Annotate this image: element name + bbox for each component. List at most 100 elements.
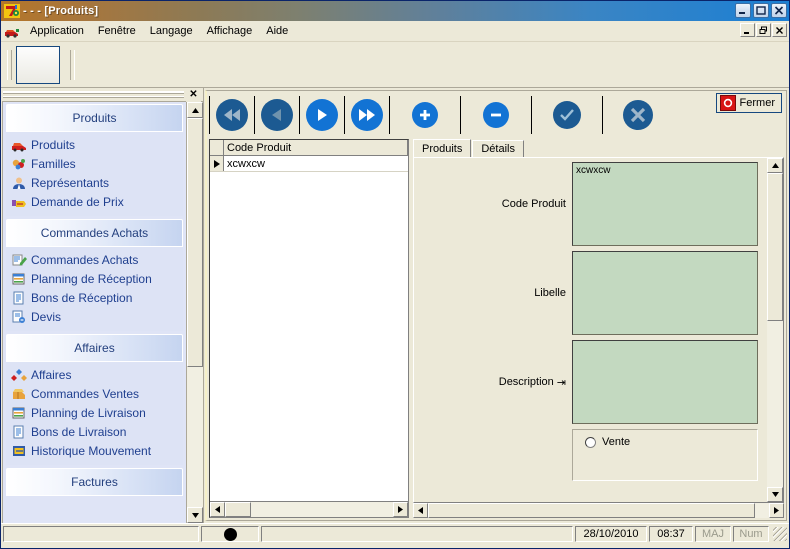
title-bar: - - - [Produits] <box>1 1 789 21</box>
tab-produits[interactable]: Produits <box>413 139 472 157</box>
toolbar-separator <box>299 96 300 134</box>
sidebar-scroll-up-button[interactable] <box>187 102 203 118</box>
type-radio-group: Vente <box>572 429 758 481</box>
maximize-button[interactable] <box>753 3 769 18</box>
resize-grip[interactable] <box>773 527 787 541</box>
sidebar-item-devis[interactable]: Devis <box>6 307 183 326</box>
sidebar-item-commandes-achats[interactable]: Commandes Achats <box>6 250 183 269</box>
table-row[interactable]: xcwxcw <box>210 156 408 172</box>
label-code-produit: Code Produit <box>501 198 566 210</box>
sidebar-group-header-factures[interactable]: Factures <box>6 468 183 496</box>
sidebar-item-label: Produits <box>31 137 76 152</box>
libelle-field[interactable] <box>572 251 758 335</box>
app-icon <box>4 4 20 18</box>
sidebar-panel: Produits Produits Familles Représentants… <box>2 101 203 523</box>
grid-scroll-right-button[interactable] <box>393 502 408 517</box>
detail-horizontal-scrollbar[interactable] <box>413 503 784 518</box>
sidebar-item-label: Planning de Réception <box>31 271 152 286</box>
grid-scroll-left-button[interactable] <box>210 502 225 517</box>
sidebar-item-planning-de-livraison[interactable]: Planning de Livraison <box>6 403 183 422</box>
mdi-restore-button[interactable] <box>756 23 771 37</box>
play-forward-icon <box>306 99 338 131</box>
planning-icon <box>11 272 27 286</box>
add-record-button[interactable] <box>392 98 458 132</box>
sidebar-item-label: Devis <box>31 309 62 324</box>
menu-item-fenetre[interactable]: Fenêtre <box>91 23 143 39</box>
mdi-close-icon <box>773 24 786 36</box>
sidebar-item-planning-de-reception[interactable]: Planning de Réception <box>6 269 183 288</box>
label-description-text: Description <box>498 376 554 388</box>
status-left-pane <box>3 526 199 542</box>
code-produit-field[interactable]: xcwxcw <box>572 162 758 246</box>
previous-record-button[interactable] <box>257 98 297 132</box>
purchase-order-icon <box>11 253 27 267</box>
sidebar-group-header-produits[interactable]: Produits <box>6 104 183 132</box>
last-record-button[interactable] <box>347 98 387 132</box>
menu-item-affichage[interactable]: Affichage <box>200 23 260 39</box>
document-icon <box>11 291 27 305</box>
detail-scroll-right-button[interactable] <box>769 503 784 518</box>
detail-scroll-up-button[interactable] <box>767 158 783 173</box>
minimize-button[interactable] <box>735 3 751 18</box>
status-date: 28/10/2010 <box>575 526 647 542</box>
cancel-record-button[interactable] <box>605 98 671 132</box>
close-button[interactable] <box>771 3 787 18</box>
grid-scroll-thumb[interactable] <box>225 502 251 517</box>
sidebar-close-button[interactable]: ✕ <box>186 87 201 102</box>
grid-corner-cell <box>210 140 224 155</box>
menu-item-langage[interactable]: Langage <box>143 23 200 39</box>
first-record-button[interactable] <box>212 98 252 132</box>
tab-details[interactable]: Détails <box>472 140 524 157</box>
sidebar-grip[interactable] <box>3 90 184 99</box>
sidebar-item-commandes-ventes[interactable]: Commandes Ventes <box>6 384 183 403</box>
toolbar-grip[interactable] <box>7 49 12 80</box>
toolbar-blank-button[interactable] <box>16 45 60 84</box>
sidebar-item-label: Commandes Achats <box>31 252 139 267</box>
sidebar-item-bons-de-livraison[interactable]: Bons de Livraison <box>6 422 183 441</box>
next-record-button[interactable] <box>302 98 342 132</box>
sidebar-item-representants[interactable]: Représentants <box>6 173 183 192</box>
grid-body: xcwxcw <box>210 156 408 501</box>
detail-vertical-scrollbar[interactable] <box>766 158 783 502</box>
detail-hscroll-track[interactable] <box>428 503 769 518</box>
business-icon <box>11 368 27 382</box>
radio-vente[interactable]: Vente <box>585 436 757 448</box>
sidebar-group-header-affaires[interactable]: Affaires <box>6 334 183 362</box>
status-maj: MAJ <box>695 526 731 542</box>
play-back-icon <box>261 99 293 131</box>
sidebar-scrollbar[interactable] <box>186 102 203 523</box>
sidebar-item-demande-de-prix[interactable]: Demande de Prix <box>6 192 183 211</box>
menu-item-application[interactable]: Application <box>23 23 91 39</box>
sidebar-item-bons-de-reception[interactable]: Bons de Réception <box>6 288 183 307</box>
sidebar-scroll-thumb[interactable] <box>187 118 203 367</box>
menu-item-aide[interactable]: Aide <box>259 23 295 39</box>
toolbar-separator <box>389 96 390 134</box>
description-field[interactable] <box>572 340 758 424</box>
sidebar-scroll-track[interactable] <box>187 118 203 507</box>
minimize-icon <box>736 4 750 17</box>
delete-record-button[interactable] <box>463 98 529 132</box>
detail-scroll-track[interactable] <box>767 173 783 487</box>
detail-tab-body: Code Produit xcwxcw Libelle Description <box>413 157 784 503</box>
detail-hscroll-thumb[interactable] <box>428 503 756 518</box>
fermer-button[interactable]: Fermer <box>715 93 782 113</box>
grid-column-code-produit[interactable]: Code Produit <box>224 140 408 155</box>
label-description: Description ⇥ <box>414 376 572 389</box>
workspace: ✕ Produits Produits Familles Représentan… <box>1 87 789 523</box>
mdi-close-button[interactable] <box>772 23 787 37</box>
sidebar-item-produits[interactable]: Produits <box>6 135 183 154</box>
toolbar-grip-right[interactable] <box>70 49 75 80</box>
mdi-minimize-button[interactable] <box>740 23 755 37</box>
detail-scroll-left-button[interactable] <box>413 503 428 518</box>
grid-scroll-track[interactable] <box>225 502 393 517</box>
grid-horizontal-scrollbar[interactable] <box>210 501 408 517</box>
detail-scroll-thumb[interactable] <box>767 173 783 321</box>
sidebar-item-affaires[interactable]: Affaires <box>6 365 183 384</box>
detail-scroll-down-button[interactable] <box>767 487 783 502</box>
sidebar-caption: ✕ <box>1 87 203 102</box>
sidebar-item-familles[interactable]: Familles <box>6 154 183 173</box>
sidebar-group-header-commandes-achats[interactable]: Commandes Achats <box>6 219 183 247</box>
sidebar-scroll-down-button[interactable] <box>187 507 203 523</box>
validate-record-button[interactable] <box>534 98 600 132</box>
sidebar-item-historique-mouvement[interactable]: Historique Mouvement <box>6 441 183 460</box>
